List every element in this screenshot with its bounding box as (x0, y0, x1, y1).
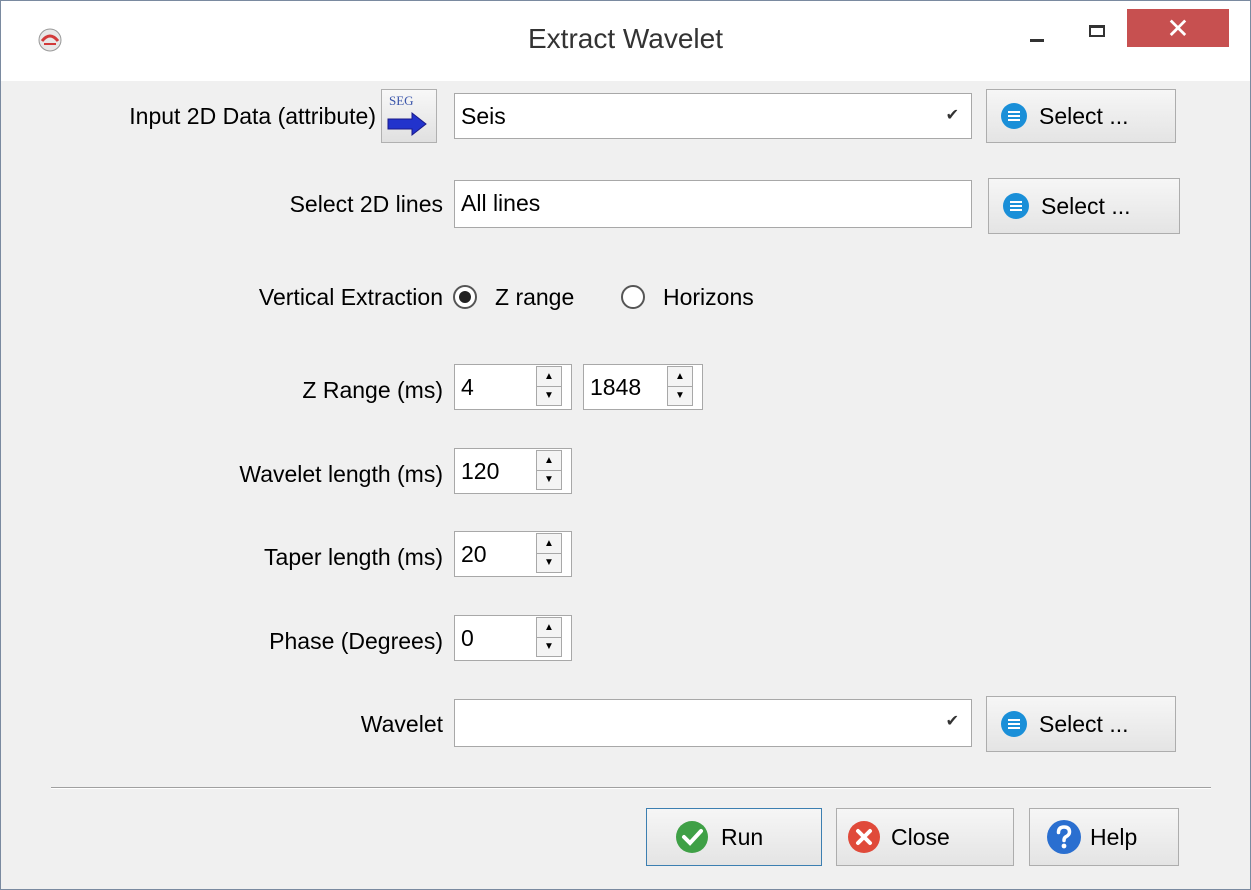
close-button[interactable]: Close (836, 808, 1014, 866)
wavelet-length-value: 120 (461, 458, 500, 484)
select-button-label: Select ... (1039, 102, 1129, 129)
lines-value: All lines (461, 190, 541, 216)
extract-wavelet-window: Extract Wavelet ✕ Input 2D Data (attribu… (0, 0, 1251, 890)
run-button[interactable]: Run (646, 808, 822, 866)
seg-import-icon[interactable]: SEG (381, 89, 437, 143)
help-button[interactable]: Help (1029, 808, 1179, 866)
phase-spinner[interactable]: 0 ▲ ▼ (454, 615, 572, 661)
phase-value: 0 (461, 625, 474, 651)
spin-down-icon[interactable]: ▼ (537, 386, 561, 405)
list-icon (1001, 103, 1027, 129)
wavelet-length-label: Wavelet length (ms) (239, 461, 443, 487)
vertical-extraction-label: Vertical Extraction (258, 284, 443, 310)
title-bar[interactable]: Extract Wavelet ✕ (1, 1, 1250, 81)
wavelet-combobox[interactable]: ✔ (454, 699, 972, 747)
lines-select-button[interactable]: Select ... (988, 178, 1180, 234)
phase-stepper[interactable]: ▲ ▼ (536, 617, 562, 657)
z-range-radio[interactable] (453, 285, 477, 309)
input-data-label: Input 2D Data (attribute) (129, 103, 376, 129)
select-button-label: Select ... (1041, 192, 1131, 219)
chevron-down-icon: ✔ (945, 107, 959, 124)
z-stop-stepper[interactable]: ▲ ▼ (667, 366, 693, 406)
separator (51, 787, 1211, 789)
wavelet-length-stepper[interactable]: ▲ ▼ (536, 450, 562, 490)
input-data-combobox[interactable]: Seis ✔ (454, 93, 972, 139)
arrow-right-icon (387, 111, 427, 137)
window-close-button[interactable]: ✕ (1127, 9, 1229, 47)
dialog-content: Input 2D Data (attribute) SEG Seis ✔ Sel… (21, 81, 1230, 871)
select-button-label: Select ... (1039, 710, 1129, 737)
taper-length-spinner[interactable]: 20 ▲ ▼ (454, 531, 572, 577)
horizons-radio[interactable] (621, 285, 645, 309)
lines-field[interactable]: All lines (454, 180, 972, 228)
z-start-value: 4 (461, 374, 474, 400)
list-icon (1003, 193, 1029, 219)
check-icon (676, 821, 708, 853)
list-icon (1001, 711, 1027, 737)
chevron-down-icon: ✔ (945, 713, 959, 730)
maximize-button[interactable] (1069, 9, 1127, 47)
taper-length-label: Taper length (ms) (264, 544, 443, 570)
taper-length-value: 20 (461, 541, 487, 567)
spin-up-icon[interactable]: ▲ (537, 534, 561, 554)
spin-up-icon[interactable]: ▲ (537, 367, 561, 387)
wavelet-label: Wavelet (360, 711, 443, 737)
close-icon: ✕ (1166, 13, 1190, 44)
horizons-option-label[interactable]: Horizons (663, 284, 754, 311)
z-start-stepper[interactable]: ▲ ▼ (536, 366, 562, 406)
lines-label: Select 2D lines (289, 191, 443, 217)
z-stop-value: 1848 (590, 374, 642, 400)
phase-label: Phase (Degrees) (269, 628, 443, 654)
spin-up-icon[interactable]: ▲ (537, 618, 561, 638)
spin-down-icon[interactable]: ▼ (537, 470, 561, 489)
taper-length-stepper[interactable]: ▲ ▼ (536, 533, 562, 573)
help-button-label: Help (1090, 823, 1138, 850)
spin-down-icon[interactable]: ▼ (668, 386, 692, 405)
spin-down-icon[interactable]: ▼ (537, 637, 561, 656)
wavelet-select-button[interactable]: Select ... (986, 696, 1176, 752)
help-icon (1047, 820, 1081, 854)
close-button-label: Close (891, 823, 950, 850)
seg-icon-text: SEG (389, 93, 414, 108)
run-button-label: Run (721, 823, 764, 850)
cancel-icon (848, 821, 880, 853)
spin-down-icon[interactable]: ▼ (537, 553, 561, 572)
spin-up-icon[interactable]: ▲ (668, 367, 692, 387)
spin-up-icon[interactable]: ▲ (537, 451, 561, 471)
z-start-spinner[interactable]: 4 ▲ ▼ (454, 364, 572, 410)
minimize-button[interactable] (1007, 9, 1067, 47)
z-range-option-label[interactable]: Z range (495, 284, 574, 311)
input-data-value: Seis (461, 103, 506, 129)
input-data-select-button[interactable]: Select ... (986, 89, 1176, 143)
z-stop-spinner[interactable]: 1848 ▲ ▼ (583, 364, 703, 410)
wavelet-length-spinner[interactable]: 120 ▲ ▼ (454, 448, 572, 494)
z-range-label: Z Range (ms) (302, 377, 443, 403)
